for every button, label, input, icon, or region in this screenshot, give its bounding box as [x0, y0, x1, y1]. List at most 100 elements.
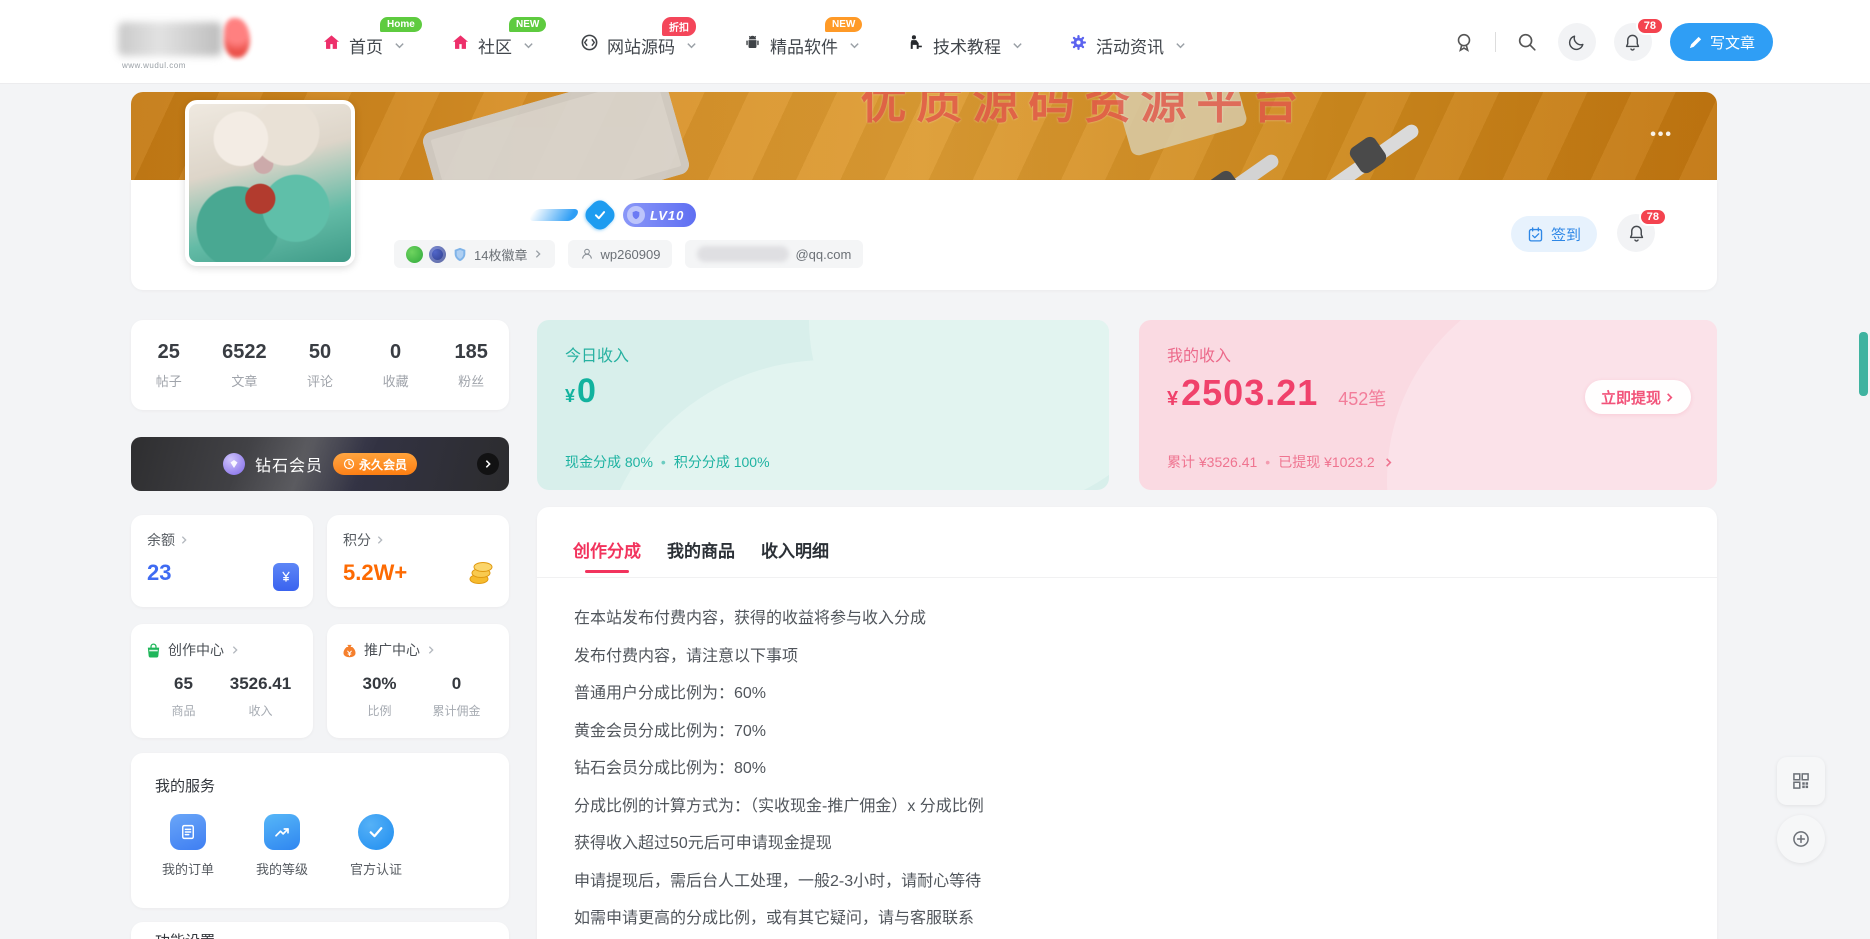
service-my-orders[interactable]: 我的订单: [155, 814, 221, 878]
nav-item-tutorials[interactable]: 技术教程: [906, 27, 1023, 58]
chevron-right-icon: [179, 535, 189, 545]
balance-card[interactable]: 余额 23: [131, 515, 313, 607]
my-income-card: 我的收入 ¥ 2503.21 452笔 立即提现 累计 ¥3526.41 • 已…: [1139, 320, 1717, 490]
service-official-cert[interactable]: 官方认证: [343, 814, 409, 878]
profile-pills: 14枚徽章 wp260909 @qq.com: [394, 240, 863, 268]
currency-symbol: ¥: [565, 386, 575, 406]
qr-code-button[interactable]: [1777, 757, 1825, 805]
verified-badge-icon: [582, 197, 619, 234]
email-pill[interactable]: @qq.com: [685, 240, 863, 268]
stat-articles[interactable]: 6522文章: [207, 341, 283, 390]
amount-value: 0: [577, 372, 596, 410]
nav-home-badge: Home: [380, 17, 422, 32]
profile-notification-count: 78: [1639, 208, 1667, 226]
withdraw-button[interactable]: 立即提现: [1585, 380, 1691, 414]
nav-item-label: 社区: [478, 33, 512, 58]
stat-value: 25: [131, 341, 207, 364]
tab-creation-share[interactable]: 创作分成: [573, 537, 641, 573]
rule-line: 分成比例的计算方式为：（实收现金-推广佣金）x 分成比例: [574, 788, 1680, 826]
add-button[interactable]: [1777, 815, 1825, 863]
promo-center-card[interactable]: 推广中心 30%比例 0累计佣金: [327, 624, 509, 738]
dot-separator: •: [1265, 454, 1270, 470]
badge-mini-icon: [406, 246, 423, 263]
service-label: 我的订单: [155, 859, 221, 878]
username-pill[interactable]: wp260909: [568, 240, 672, 268]
promo-stat-commission: 0累计佣金: [418, 674, 495, 719]
divider: [1495, 32, 1496, 52]
promo-stat-ratio: 30% 比例: [341, 674, 418, 719]
logo-image: [118, 22, 222, 56]
stat-value: 6522: [207, 341, 283, 364]
nav-item-source-code[interactable]: 网站源码 折扣: [580, 27, 697, 58]
points-card[interactable]: 积分 5.2W+: [327, 515, 509, 607]
withdraw-label: 立即提现: [1601, 387, 1661, 408]
tab-label: 我的商品: [667, 542, 735, 561]
creator-center-title: 创作中心: [168, 640, 224, 660]
stat-label: 累计佣金: [418, 702, 495, 719]
android-icon: [743, 33, 762, 57]
settings-card-partial: 功能设置: [131, 922, 509, 939]
membership-card[interactable]: 钻石会员 永久会员: [131, 437, 509, 491]
stat-posts[interactable]: 25 帖子: [131, 341, 207, 390]
notifications-button[interactable]: 78: [1614, 23, 1652, 61]
creator-center-card[interactable]: 创作中心 65商品 3526.41收入: [131, 624, 313, 738]
scrollbar-thumb[interactable]: [1859, 332, 1868, 396]
service-my-level[interactable]: 我的等级: [249, 814, 315, 878]
stat-followers[interactable]: 185粉丝: [433, 341, 509, 390]
active-tab-underline: [585, 570, 629, 573]
avatar[interactable]: [185, 100, 355, 266]
logo-mascot-icon: [224, 18, 250, 58]
profile-banner: 优质源码资源平台 •••: [131, 92, 1717, 180]
rule-line: 获得收入超过50元后可申请现金提现: [574, 825, 1680, 863]
tabs: 创作分成 我的商品 收入明细: [537, 507, 1717, 573]
my-income-footer[interactable]: 累计 ¥3526.41 • 已提现 ¥1023.2: [1167, 452, 1394, 472]
moon-icon: [1567, 33, 1586, 52]
tab-income-details[interactable]: 收入明细: [761, 537, 829, 573]
stat-value: 30%: [341, 674, 418, 694]
medal-icon[interactable]: [1451, 29, 1477, 55]
stat-label: 帖子: [131, 371, 207, 390]
stat-value: 3526.41: [222, 674, 299, 694]
tab-label: 创作分成: [573, 542, 641, 561]
checkin-button[interactable]: 签到: [1511, 216, 1597, 252]
nav-right-cluster: 78 写文章: [1451, 0, 1773, 84]
nav-item-home[interactable]: 首页 Home: [322, 27, 405, 58]
income-total-label: 累计 ¥3526.41: [1167, 452, 1257, 472]
tab-my-products[interactable]: 我的商品: [667, 537, 735, 573]
banner-more-button[interactable]: •••: [1650, 126, 1673, 144]
stat-value: 185: [433, 341, 509, 364]
profile-notifications-button[interactable]: 78: [1617, 214, 1655, 252]
chevron-down-icon: [523, 40, 534, 51]
stat-label: 收藏: [358, 371, 434, 390]
rule-line: 钻石会员分成比例为：80%: [574, 750, 1680, 788]
write-article-button[interactable]: 写文章: [1670, 23, 1773, 61]
level-badge-label: LV10: [650, 208, 684, 223]
diamond-icon: [223, 453, 245, 475]
bell-icon: [1623, 33, 1642, 52]
dark-mode-toggle[interactable]: [1558, 23, 1596, 61]
nav-item-software[interactable]: 精品软件 NEW: [743, 27, 860, 58]
membership-tag: 永久会员: [333, 453, 417, 475]
stat-label: 收入: [222, 702, 299, 719]
balance-title-row: 余额: [147, 530, 297, 550]
chevron-down-icon: [686, 40, 697, 51]
stat-favorites[interactable]: 0收藏: [358, 341, 434, 390]
chevron-down-icon: [394, 40, 405, 51]
stat-comments[interactable]: 50评论: [282, 341, 358, 390]
badges-pill[interactable]: 14枚徽章: [394, 240, 555, 268]
level-badge[interactable]: LV10: [623, 203, 696, 227]
write-article-label: 写文章: [1710, 32, 1755, 53]
stat-label: 比例: [341, 702, 418, 719]
search-icon[interactable]: [1514, 29, 1540, 55]
nav-item-label: 首页: [349, 33, 383, 58]
membership-arrow-button[interactable]: [477, 453, 499, 475]
nav-item-activities[interactable]: 活动资讯: [1069, 27, 1186, 58]
banner-title: 优质源码资源平台: [861, 92, 1309, 132]
today-income-card: 今日收入 ¥0 现金分成 80% • 积分分成 100%: [537, 320, 1109, 490]
notification-count-badge: 78: [1636, 17, 1664, 35]
services-row: 我的订单 我的等级 官方认证: [155, 814, 485, 878]
plus-circle-icon: [1791, 829, 1811, 849]
nav-item-community[interactable]: 社区 NEW: [451, 27, 534, 58]
pencil-icon: [1688, 35, 1703, 50]
site-logo[interactable]: www.wudul.com: [118, 16, 268, 68]
